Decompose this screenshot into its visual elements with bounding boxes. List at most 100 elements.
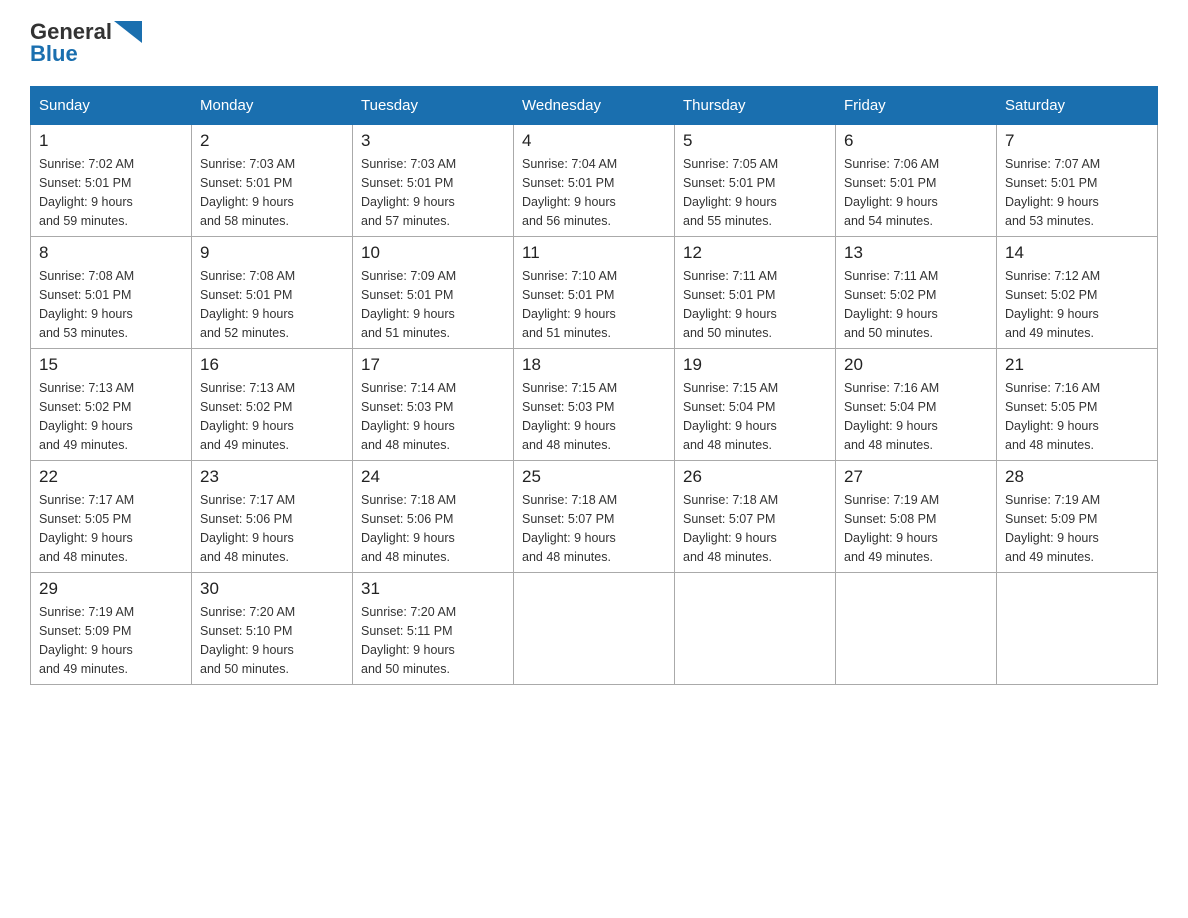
logo: General Blue <box>30 20 142 66</box>
day-number: 3 <box>361 131 505 151</box>
day-info: Sunrise: 7:20 AM Sunset: 5:10 PM Dayligh… <box>200 603 344 678</box>
week-row-3: 15 Sunrise: 7:13 AM Sunset: 5:02 PM Dayl… <box>31 349 1158 461</box>
week-row-5: 29 Sunrise: 7:19 AM Sunset: 5:09 PM Dayl… <box>31 573 1158 685</box>
day-number: 5 <box>683 131 827 151</box>
day-cell: 19 Sunrise: 7:15 AM Sunset: 5:04 PM Dayl… <box>675 349 836 461</box>
day-number: 20 <box>844 355 988 375</box>
day-info: Sunrise: 7:03 AM Sunset: 5:01 PM Dayligh… <box>361 155 505 230</box>
day-cell: 17 Sunrise: 7:14 AM Sunset: 5:03 PM Dayl… <box>353 349 514 461</box>
day-info: Sunrise: 7:12 AM Sunset: 5:02 PM Dayligh… <box>1005 267 1149 342</box>
day-info: Sunrise: 7:03 AM Sunset: 5:01 PM Dayligh… <box>200 155 344 230</box>
day-info: Sunrise: 7:19 AM Sunset: 5:08 PM Dayligh… <box>844 491 988 566</box>
day-cell <box>836 573 997 685</box>
day-cell: 10 Sunrise: 7:09 AM Sunset: 5:01 PM Dayl… <box>353 237 514 349</box>
day-cell: 25 Sunrise: 7:18 AM Sunset: 5:07 PM Dayl… <box>514 461 675 573</box>
day-cell: 12 Sunrise: 7:11 AM Sunset: 5:01 PM Dayl… <box>675 237 836 349</box>
day-number: 30 <box>200 579 344 599</box>
day-cell: 9 Sunrise: 7:08 AM Sunset: 5:01 PM Dayli… <box>192 237 353 349</box>
day-number: 12 <box>683 243 827 263</box>
day-info: Sunrise: 7:19 AM Sunset: 5:09 PM Dayligh… <box>39 603 183 678</box>
day-cell: 4 Sunrise: 7:04 AM Sunset: 5:01 PM Dayli… <box>514 125 675 237</box>
day-cell: 28 Sunrise: 7:19 AM Sunset: 5:09 PM Dayl… <box>997 461 1158 573</box>
day-info: Sunrise: 7:18 AM Sunset: 5:06 PM Dayligh… <box>361 491 505 566</box>
logo-icon <box>114 21 142 43</box>
day-cell: 22 Sunrise: 7:17 AM Sunset: 5:05 PM Dayl… <box>31 461 192 573</box>
day-number: 9 <box>200 243 344 263</box>
day-cell: 6 Sunrise: 7:06 AM Sunset: 5:01 PM Dayli… <box>836 125 997 237</box>
day-info: Sunrise: 7:14 AM Sunset: 5:03 PM Dayligh… <box>361 379 505 454</box>
day-info: Sunrise: 7:18 AM Sunset: 5:07 PM Dayligh… <box>522 491 666 566</box>
day-info: Sunrise: 7:20 AM Sunset: 5:11 PM Dayligh… <box>361 603 505 678</box>
day-cell: 30 Sunrise: 7:20 AM Sunset: 5:10 PM Dayl… <box>192 573 353 685</box>
weekday-header-thursday: Thursday <box>675 87 836 125</box>
day-info: Sunrise: 7:09 AM Sunset: 5:01 PM Dayligh… <box>361 267 505 342</box>
day-info: Sunrise: 7:11 AM Sunset: 5:02 PM Dayligh… <box>844 267 988 342</box>
day-number: 23 <box>200 467 344 487</box>
day-number: 14 <box>1005 243 1149 263</box>
week-row-4: 22 Sunrise: 7:17 AM Sunset: 5:05 PM Dayl… <box>31 461 1158 573</box>
day-number: 11 <box>522 243 666 263</box>
day-number: 4 <box>522 131 666 151</box>
day-cell: 31 Sunrise: 7:20 AM Sunset: 5:11 PM Dayl… <box>353 573 514 685</box>
day-cell: 2 Sunrise: 7:03 AM Sunset: 5:01 PM Dayli… <box>192 125 353 237</box>
day-info: Sunrise: 7:08 AM Sunset: 5:01 PM Dayligh… <box>200 267 344 342</box>
day-number: 28 <box>1005 467 1149 487</box>
day-cell: 26 Sunrise: 7:18 AM Sunset: 5:07 PM Dayl… <box>675 461 836 573</box>
day-cell <box>514 573 675 685</box>
weekday-header-wednesday: Wednesday <box>514 87 675 125</box>
day-number: 8 <box>39 243 183 263</box>
logo-blue-text: Blue <box>30 42 142 66</box>
week-row-1: 1 Sunrise: 7:02 AM Sunset: 5:01 PM Dayli… <box>31 125 1158 237</box>
day-cell: 20 Sunrise: 7:16 AM Sunset: 5:04 PM Dayl… <box>836 349 997 461</box>
day-cell: 14 Sunrise: 7:12 AM Sunset: 5:02 PM Dayl… <box>997 237 1158 349</box>
weekday-header-sunday: Sunday <box>31 87 192 125</box>
day-cell: 1 Sunrise: 7:02 AM Sunset: 5:01 PM Dayli… <box>31 125 192 237</box>
day-info: Sunrise: 7:05 AM Sunset: 5:01 PM Dayligh… <box>683 155 827 230</box>
day-info: Sunrise: 7:07 AM Sunset: 5:01 PM Dayligh… <box>1005 155 1149 230</box>
day-cell: 16 Sunrise: 7:13 AM Sunset: 5:02 PM Dayl… <box>192 349 353 461</box>
day-cell: 29 Sunrise: 7:19 AM Sunset: 5:09 PM Dayl… <box>31 573 192 685</box>
day-number: 24 <box>361 467 505 487</box>
day-cell: 8 Sunrise: 7:08 AM Sunset: 5:01 PM Dayli… <box>31 237 192 349</box>
day-cell: 15 Sunrise: 7:13 AM Sunset: 5:02 PM Dayl… <box>31 349 192 461</box>
day-number: 26 <box>683 467 827 487</box>
day-number: 19 <box>683 355 827 375</box>
day-info: Sunrise: 7:08 AM Sunset: 5:01 PM Dayligh… <box>39 267 183 342</box>
day-number: 15 <box>39 355 183 375</box>
day-info: Sunrise: 7:11 AM Sunset: 5:01 PM Dayligh… <box>683 267 827 342</box>
day-cell: 24 Sunrise: 7:18 AM Sunset: 5:06 PM Dayl… <box>353 461 514 573</box>
day-number: 21 <box>1005 355 1149 375</box>
day-info: Sunrise: 7:15 AM Sunset: 5:04 PM Dayligh… <box>683 379 827 454</box>
day-info: Sunrise: 7:10 AM Sunset: 5:01 PM Dayligh… <box>522 267 666 342</box>
day-info: Sunrise: 7:18 AM Sunset: 5:07 PM Dayligh… <box>683 491 827 566</box>
day-info: Sunrise: 7:04 AM Sunset: 5:01 PM Dayligh… <box>522 155 666 230</box>
day-number: 29 <box>39 579 183 599</box>
day-number: 10 <box>361 243 505 263</box>
day-number: 6 <box>844 131 988 151</box>
day-cell <box>997 573 1158 685</box>
day-number: 22 <box>39 467 183 487</box>
day-info: Sunrise: 7:17 AM Sunset: 5:06 PM Dayligh… <box>200 491 344 566</box>
day-cell: 23 Sunrise: 7:17 AM Sunset: 5:06 PM Dayl… <box>192 461 353 573</box>
day-cell: 27 Sunrise: 7:19 AM Sunset: 5:08 PM Dayl… <box>836 461 997 573</box>
day-cell: 11 Sunrise: 7:10 AM Sunset: 5:01 PM Dayl… <box>514 237 675 349</box>
weekday-header-row: SundayMondayTuesdayWednesdayThursdayFrid… <box>31 87 1158 125</box>
day-cell: 3 Sunrise: 7:03 AM Sunset: 5:01 PM Dayli… <box>353 125 514 237</box>
day-cell: 18 Sunrise: 7:15 AM Sunset: 5:03 PM Dayl… <box>514 349 675 461</box>
day-cell: 21 Sunrise: 7:16 AM Sunset: 5:05 PM Dayl… <box>997 349 1158 461</box>
calendar-table: SundayMondayTuesdayWednesdayThursdayFrid… <box>30 86 1158 685</box>
day-info: Sunrise: 7:13 AM Sunset: 5:02 PM Dayligh… <box>200 379 344 454</box>
day-info: Sunrise: 7:15 AM Sunset: 5:03 PM Dayligh… <box>522 379 666 454</box>
day-number: 27 <box>844 467 988 487</box>
day-number: 2 <box>200 131 344 151</box>
day-cell <box>675 573 836 685</box>
calendar-body: 1 Sunrise: 7:02 AM Sunset: 5:01 PM Dayli… <box>31 125 1158 685</box>
day-number: 16 <box>200 355 344 375</box>
day-info: Sunrise: 7:19 AM Sunset: 5:09 PM Dayligh… <box>1005 491 1149 566</box>
day-number: 25 <box>522 467 666 487</box>
day-number: 17 <box>361 355 505 375</box>
day-cell: 7 Sunrise: 7:07 AM Sunset: 5:01 PM Dayli… <box>997 125 1158 237</box>
day-info: Sunrise: 7:16 AM Sunset: 5:04 PM Dayligh… <box>844 379 988 454</box>
week-row-2: 8 Sunrise: 7:08 AM Sunset: 5:01 PM Dayli… <box>31 237 1158 349</box>
day-number: 18 <box>522 355 666 375</box>
